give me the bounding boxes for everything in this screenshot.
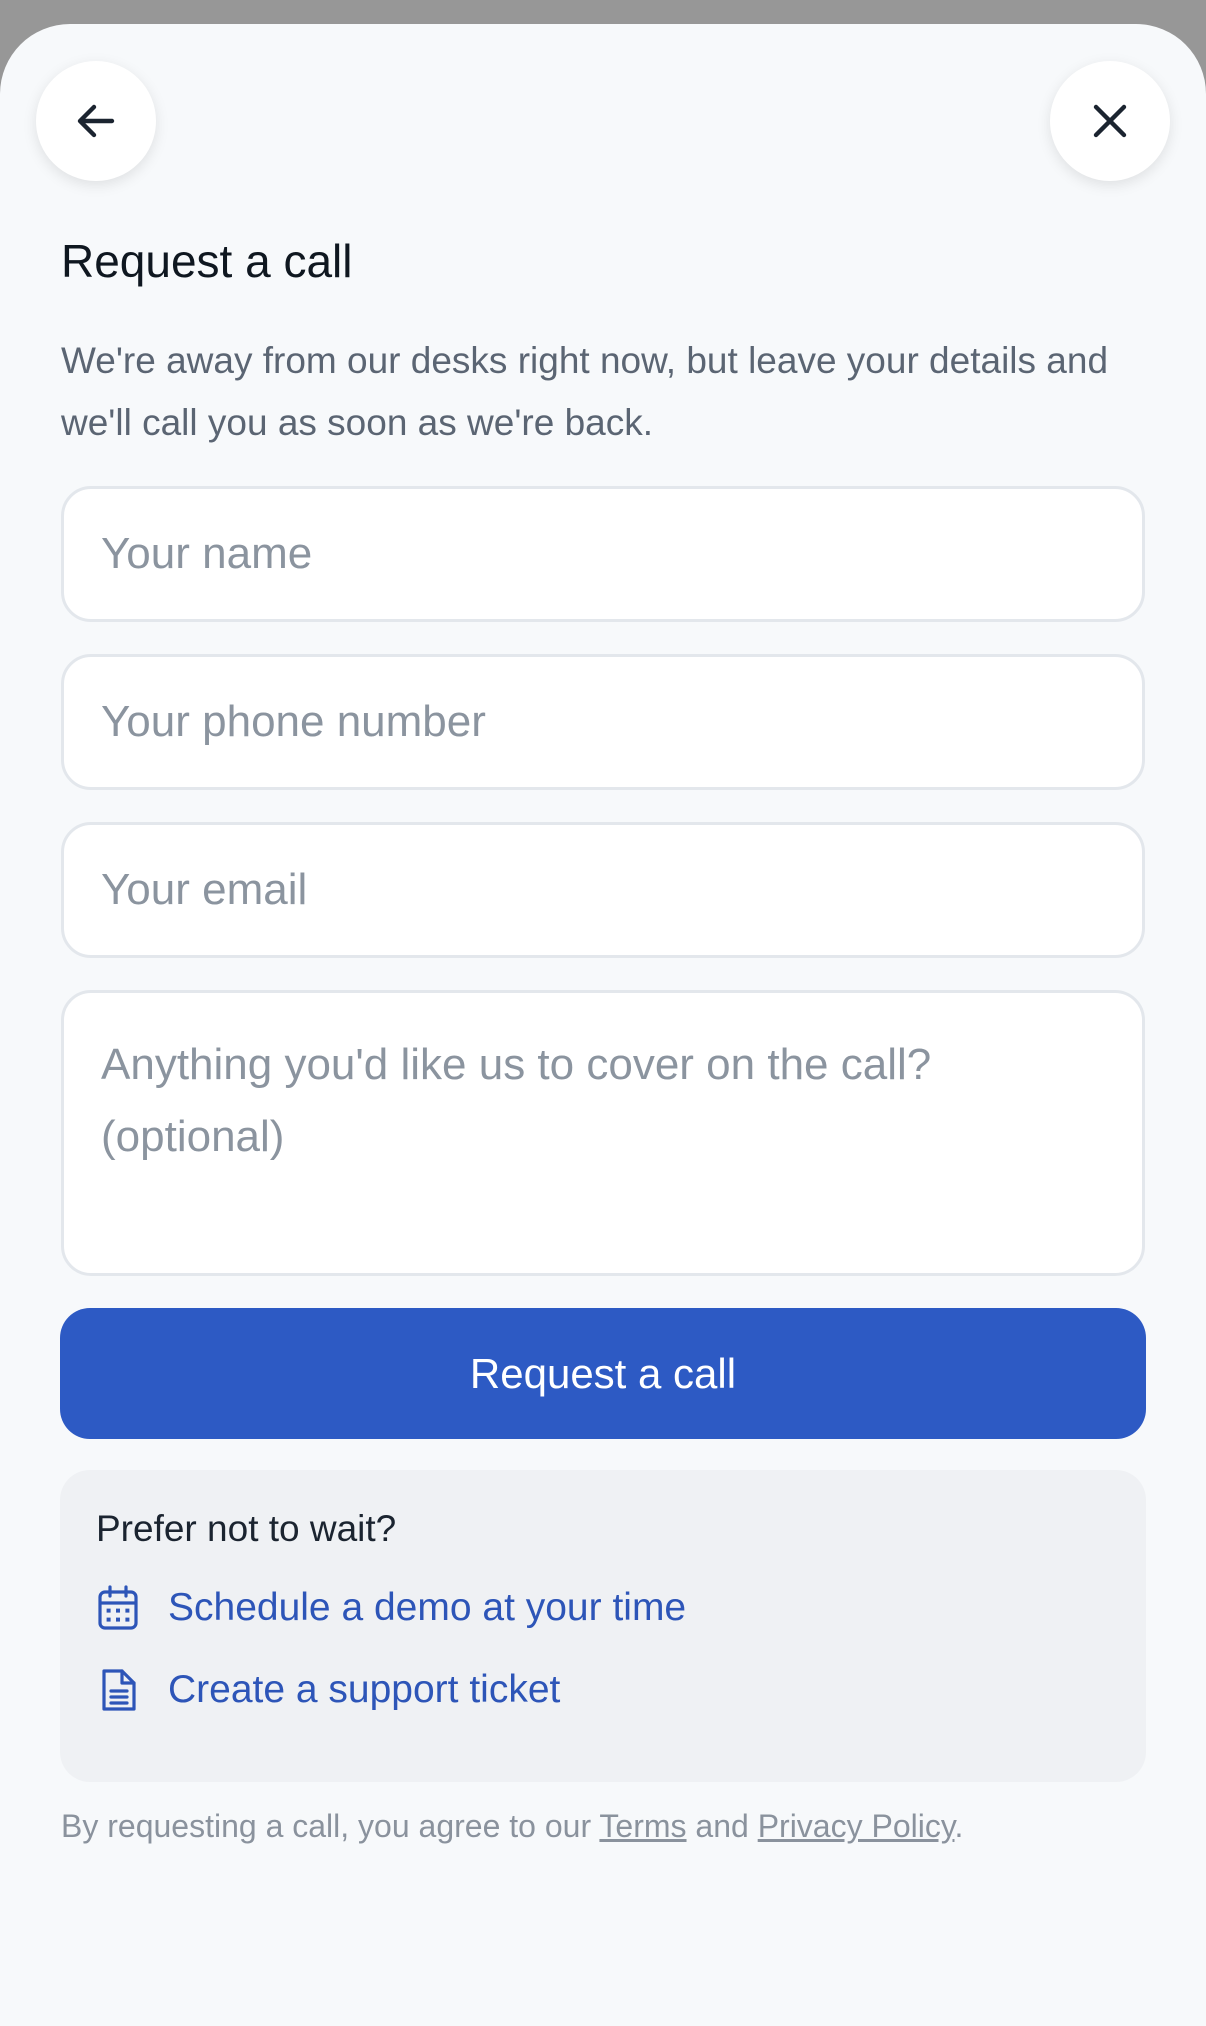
schedule-demo-label: Schedule a demo at your time — [168, 1586, 687, 1629]
page-description: We're away from our desks right now, but… — [61, 340, 1109, 443]
legal-prefix: By requesting a call, you agree to our — [61, 1808, 600, 1844]
terms-link[interactable]: Terms — [599, 1808, 686, 1844]
legal-notice: By requesting a call, you agree to our T… — [61, 1808, 963, 1845]
phone-input[interactable] — [61, 654, 1145, 790]
close-icon — [1093, 104, 1127, 138]
calendar-icon — [96, 1584, 140, 1632]
support-ticket-label: Create a support ticket — [168, 1668, 561, 1711]
support-ticket-link[interactable]: Create a support ticket — [96, 1666, 560, 1714]
email-input[interactable] — [61, 822, 1145, 958]
legal-suffix: . — [954, 1808, 964, 1844]
schedule-demo-link[interactable]: Schedule a demo at your time — [96, 1584, 686, 1632]
legal-middle: and — [686, 1808, 758, 1844]
privacy-policy-link[interactable]: Privacy Policy — [758, 1808, 955, 1844]
request-call-sheet: Request a call We're away from our desks… — [0, 24, 1206, 2026]
name-input[interactable] — [61, 486, 1145, 622]
request-call-button[interactable]: Request a call — [60, 1308, 1146, 1439]
page-title: Request a call — [61, 235, 353, 287]
arrow-left-icon — [77, 104, 115, 138]
notes-textarea[interactable] — [61, 990, 1145, 1276]
back-button[interactable] — [36, 61, 156, 181]
alternatives-panel: Prefer not to wait? Schedule a demo at y… — [60, 1470, 1146, 1782]
alternatives-heading: Prefer not to wait? — [96, 1508, 397, 1549]
document-icon — [96, 1666, 140, 1714]
close-button[interactable] — [1050, 61, 1170, 181]
